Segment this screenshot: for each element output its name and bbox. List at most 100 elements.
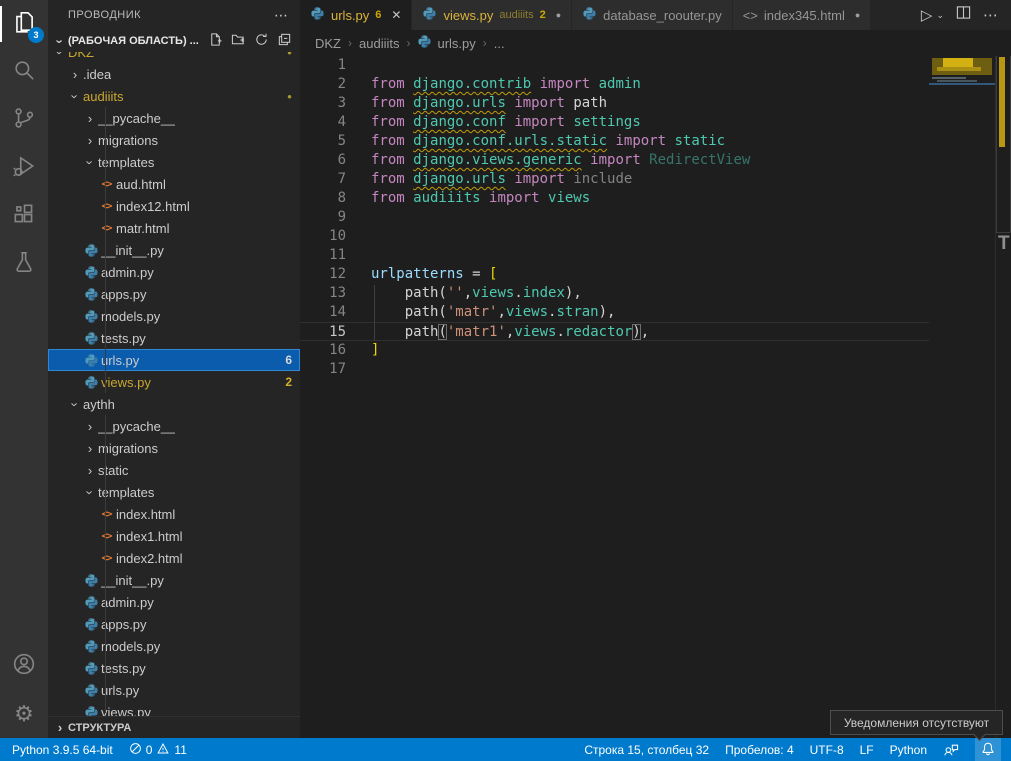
code-line-1[interactable]: 1 (300, 56, 929, 75)
dirty-dot-icon[interactable]: ● (556, 10, 561, 20)
breadcrumb-item-audiiits[interactable]: audiiits (359, 36, 399, 51)
tree-item-aud.html[interactable]: <>aud.html (48, 173, 300, 195)
code-text: from django.conf import settings (371, 113, 641, 132)
code-line-4[interactable]: 4from django.conf import settings (300, 113, 929, 132)
breadcrumb-item-...[interactable]: ... (494, 36, 505, 51)
line-number: 5 (300, 132, 346, 151)
tree-item-static[interactable]: ›static (48, 459, 300, 481)
tree-item-admin.py[interactable]: admin.py (48, 261, 300, 283)
activity-run-debug[interactable] (0, 144, 48, 192)
collapse-all-icon[interactable] (277, 32, 292, 50)
new-file-icon[interactable] (208, 32, 223, 50)
tree-item-tests.py[interactable]: tests.py (48, 657, 300, 679)
tree-item-audiiits[interactable]: ›audiiits● (48, 85, 300, 107)
eol-status[interactable]: LF (860, 743, 874, 757)
feedback-icon[interactable] (943, 743, 959, 757)
scrollbar[interactable]: T (995, 56, 1011, 738)
tree-item-.idea[interactable]: ›.idea (48, 63, 300, 85)
code-line-2[interactable]: 2from django.contrib import admin (300, 75, 929, 94)
tree-item-admin.py[interactable]: admin.py (48, 591, 300, 613)
activity-explorer[interactable]: 3 (0, 0, 48, 48)
problems-status[interactable]: 0 11 (129, 742, 187, 758)
tree-item-migrations[interactable]: ›migrations (48, 129, 300, 151)
outline-section-header[interactable]: › СТРУКТУРА (48, 716, 300, 738)
tree-item-index1.html[interactable]: <>index1.html (48, 525, 300, 547)
tab-database_roouter.py[interactable]: database_roouter.py (572, 0, 733, 30)
tree-item-views.py[interactable]: views.py2 (48, 371, 300, 393)
code-editor[interactable]: 12from django.contrib import admin3from … (300, 56, 1011, 738)
new-folder-icon[interactable] (231, 32, 246, 50)
tab-index345.html[interactable]: <>index345.html● (733, 0, 872, 30)
tree-item-__pycache__[interactable]: ›__pycache__ (48, 107, 300, 129)
tree-item-index2.html[interactable]: <>index2.html (48, 547, 300, 569)
ellipsis-icon[interactable]: ⋯ (274, 7, 288, 24)
code-line-16[interactable]: 16] (300, 341, 929, 360)
tab-views.py[interactable]: views.pyaudiiits2● (412, 0, 572, 30)
tree-item-migrations[interactable]: ›migrations (48, 437, 300, 459)
tree-item-matr.html[interactable]: <>matr.html (48, 217, 300, 239)
tree-item-aythh[interactable]: ›aythh (48, 393, 300, 415)
tree-item-models.py[interactable]: models.py (48, 635, 300, 657)
code-line-5[interactable]: 5from django.conf.urls.static import sta… (300, 132, 929, 151)
tree-item-templates[interactable]: ›templates (48, 151, 300, 173)
code-line-12[interactable]: 12urlpatterns = [ (300, 265, 929, 284)
tree-item-label: __pycache__ (98, 111, 175, 126)
code-line-14[interactable]: 14 path('matr',views.stran), (300, 303, 929, 322)
tree-item-tests.py[interactable]: tests.py (48, 327, 300, 349)
tab-urls.py[interactable]: urls.py6✕ (300, 0, 412, 30)
run-dropdown-icon[interactable]: ⌄ (936, 10, 944, 21)
run-icon[interactable]: ▷ (921, 6, 933, 24)
activity-source-control[interactable] (0, 96, 48, 144)
tree-item-urls.py[interactable]: urls.py6 (48, 349, 300, 371)
dirty-dot-icon[interactable]: ● (855, 10, 860, 20)
more-actions-icon[interactable]: ⋯ (983, 6, 999, 24)
cursor-position-status[interactable]: Строка 15, столбец 32 (584, 743, 709, 757)
tree-item-apps.py[interactable]: apps.py (48, 613, 300, 635)
code-line-15[interactable]: 15 path('matr1',views.redactor), (300, 322, 929, 341)
tree-item-__init__.py[interactable]: __init__.py (48, 239, 300, 261)
code-line-7[interactable]: 7from django.urls import include (300, 170, 929, 189)
activity-settings[interactable]: ⚙ (0, 690, 48, 738)
tree-item-__init__.py[interactable]: __init__.py (48, 569, 300, 591)
breadcrumb-item-DKZ[interactable]: DKZ (315, 36, 341, 51)
split-editor-icon[interactable] (956, 5, 971, 25)
code-line-6[interactable]: 6from django.views.generic import Redire… (300, 151, 929, 170)
code-line-9[interactable]: 9 (300, 208, 929, 227)
tree-item-templates[interactable]: ›templates (48, 481, 300, 503)
tree-item-__pycache__[interactable]: ›__pycache__ (48, 415, 300, 437)
code-line-3[interactable]: 3from django.urls import path (300, 94, 929, 113)
code-line-13[interactable]: 13 path('',views.index), (300, 284, 929, 303)
activity-extensions[interactable] (0, 192, 48, 240)
code-line-17[interactable]: 17 (300, 360, 929, 379)
notifications-bell[interactable] (975, 738, 1001, 761)
tree-item-apps.py[interactable]: apps.py (48, 283, 300, 305)
code-line-11[interactable]: 11 (300, 246, 929, 265)
scroll-marker: T (998, 233, 1010, 255)
workspace-section-header[interactable]: › (РАБОЧАЯ ОБЛАСТЬ) ... (48, 30, 300, 52)
activity-account[interactable] (0, 642, 48, 690)
close-icon[interactable]: ✕ (391, 8, 401, 22)
tree-item-models.py[interactable]: models.py (48, 305, 300, 327)
tree-item-DKZ[interactable]: ›DKZ● (48, 52, 300, 63)
line-number: 9 (300, 208, 346, 227)
notifications-tooltip: Уведомления отсутствуют (830, 710, 1003, 735)
outline-label: СТРУКТУРА (68, 722, 131, 734)
language-mode-status[interactable]: Python (890, 743, 927, 757)
code-line-8[interactable]: 8from audiiits import views (300, 189, 929, 208)
refresh-icon[interactable] (254, 32, 269, 50)
tree-item-index.html[interactable]: <>index.html (48, 503, 300, 525)
tab-problems-badge: 6 (375, 9, 381, 21)
html-icon: <> (97, 179, 116, 190)
encoding-status[interactable]: UTF-8 (810, 743, 844, 757)
minimap[interactable] (929, 56, 995, 738)
python-interpreter-status[interactable]: Python 3.9.5 64-bit (12, 743, 113, 757)
indentation-status[interactable]: Пробелов: 4 (725, 743, 794, 757)
code-text: from django.urls import include (371, 170, 632, 189)
tree-item-index12.html[interactable]: <>index12.html (48, 195, 300, 217)
breadcrumb-item-urls.py[interactable]: urls.py (417, 34, 475, 52)
activity-search[interactable] (0, 48, 48, 96)
tree-item-urls.py[interactable]: urls.py (48, 679, 300, 701)
code-line-10[interactable]: 10 (300, 227, 929, 246)
tree-item-views.py[interactable]: views.py (48, 701, 300, 716)
activity-testing[interactable] (0, 240, 48, 288)
